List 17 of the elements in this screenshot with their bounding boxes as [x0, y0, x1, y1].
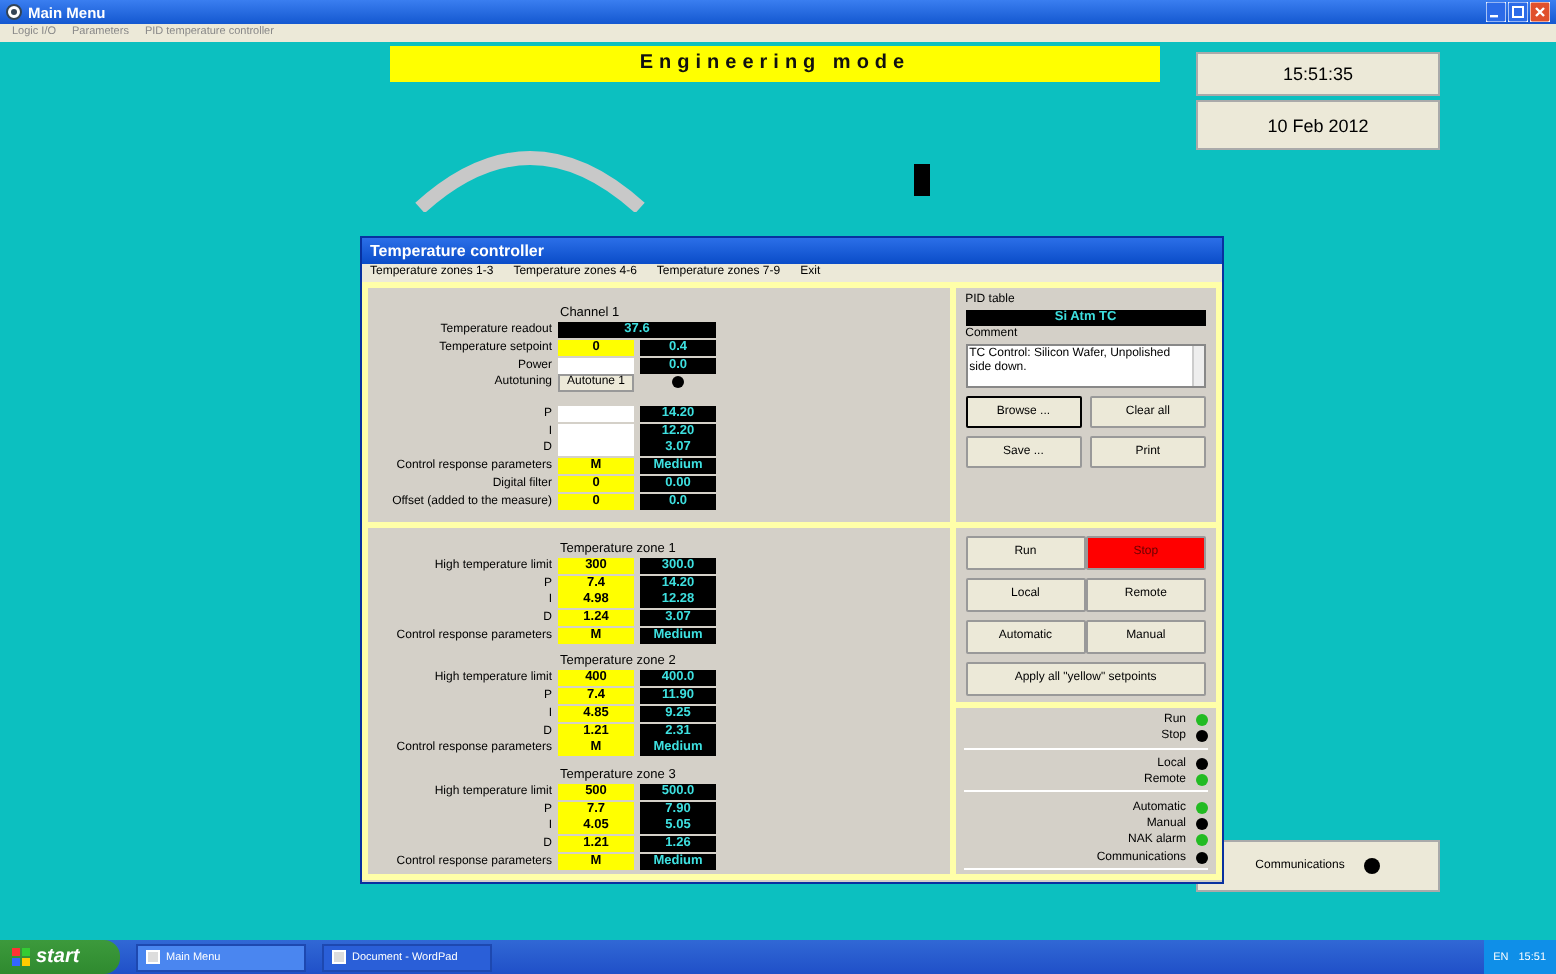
maximize-icon[interactable]	[1508, 2, 1528, 22]
setpoint-field[interactable]	[558, 406, 634, 423]
setpoint-field[interactable]	[558, 357, 634, 374]
close-icon[interactable]	[1530, 2, 1550, 22]
app-icon	[6, 4, 22, 20]
clock-display: 15:51:35	[1196, 52, 1440, 96]
mode-banner: Engineering mode	[390, 46, 1160, 82]
window-icon	[146, 950, 160, 964]
setpoint-field[interactable]	[558, 440, 634, 457]
dialog-title: Temperature controller	[370, 242, 544, 260]
window-icon	[332, 950, 346, 964]
setpoint-field[interactable]	[558, 423, 634, 440]
minimize-icon[interactable]	[1486, 2, 1506, 22]
start-button[interactable]: start	[0, 940, 120, 974]
date-display: 10 Feb 2012	[1196, 100, 1440, 150]
windows-flag-icon	[12, 948, 30, 966]
indicator-block	[914, 164, 930, 196]
